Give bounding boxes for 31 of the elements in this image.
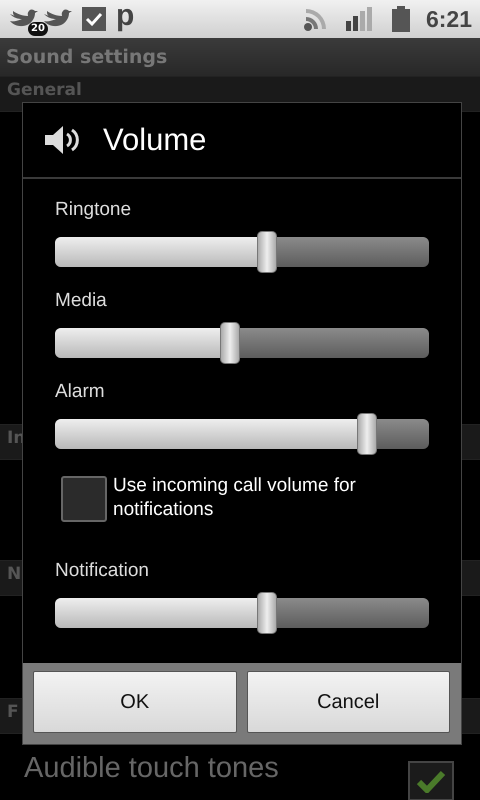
checkbox[interactable] [61,476,107,522]
app-logo: p [116,1,134,31]
section-header: N [7,564,22,584]
slider-thumb[interactable] [257,592,278,634]
clock: 6:21 [426,6,472,32]
slider-label: Alarm [55,381,106,404]
volume-slider[interactable] [55,322,429,364]
slider-thumb[interactable] [356,413,377,455]
volume-slider[interactable] [55,231,429,273]
screen-title: Sound settings [6,46,168,68]
checkbox[interactable] [408,761,454,800]
dialog-title: Volume [103,122,206,158]
notification-badge: 20 [28,22,48,36]
checkbox-icon [82,7,106,31]
battery-icon [392,6,410,32]
dialog-button[interactable]: OK [33,671,236,733]
dialog-button[interactable]: Cancel [246,671,450,733]
slider-thumb[interactable] [257,231,278,273]
setting-title: Audible touch tones [24,752,279,784]
signal-icon [346,7,374,31]
slider-label: Ringtone [55,199,132,222]
slider-label: Media [55,290,108,313]
section-header: General [7,80,82,100]
checkbox-label: Use incoming call volume for notifications [113,474,357,522]
slider-thumb[interactable] [220,322,240,364]
volume-slider[interactable] [55,592,429,634]
slider-label: Notification [55,560,150,583]
section-header: F [7,702,19,722]
speaker-icon [45,125,81,155]
volume-slider[interactable] [55,413,429,455]
check-icon [416,769,446,793]
